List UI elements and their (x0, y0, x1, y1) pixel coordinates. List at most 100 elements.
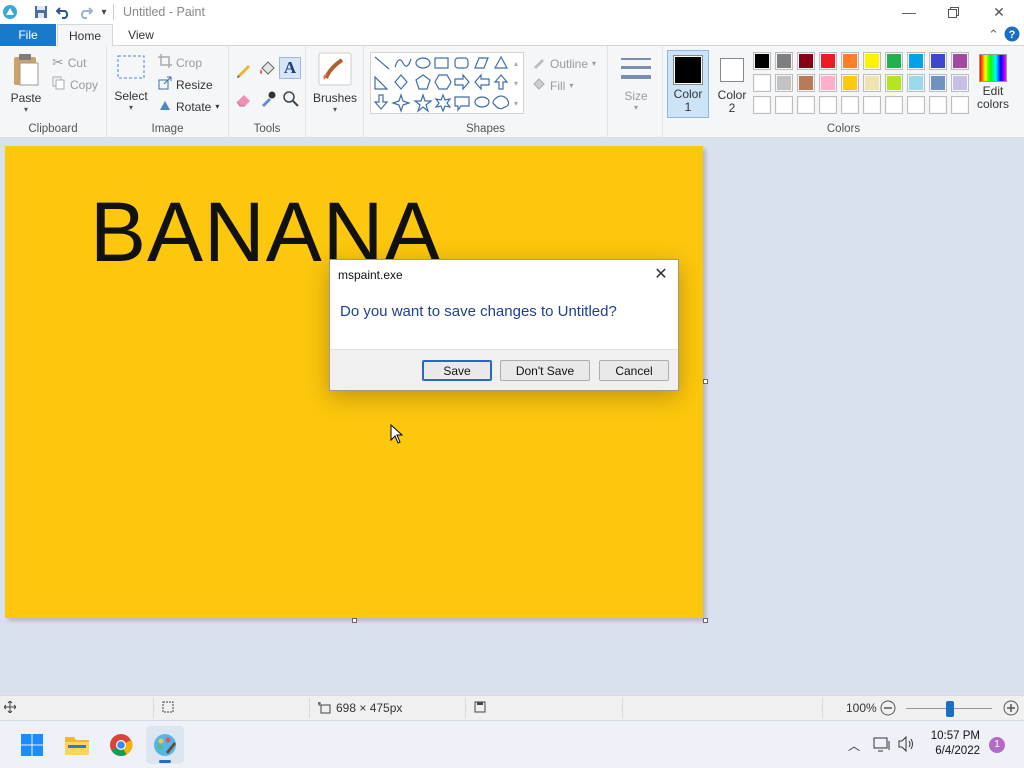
system-clock[interactable]: 10:57 PM 6/4/2022 (931, 729, 980, 759)
color-picker-icon[interactable] (259, 90, 277, 111)
redo-icon[interactable] (76, 3, 94, 21)
file-explorer-icon[interactable] (58, 726, 96, 764)
color-swatch[interactable] (841, 74, 859, 92)
shapes-group: ▴ ▾ ▾ Outline ▾ Fill ▾ Shapes (364, 46, 608, 138)
magnifier-icon[interactable] (282, 90, 300, 111)
shapes-scroll[interactable]: ▴ ▾ ▾ (514, 54, 518, 114)
color-swatch[interactable] (753, 52, 771, 70)
color-swatch-fill (931, 98, 945, 112)
paste-button[interactable]: Paste ▾ (6, 52, 46, 114)
copy-button[interactable]: Copy (52, 76, 98, 93)
text-tool-icon[interactable]: A (279, 57, 301, 79)
eraser-icon[interactable] (235, 90, 253, 111)
color-swatch[interactable] (863, 52, 881, 70)
cut-button[interactable]: ✂ Cut (52, 54, 86, 71)
outline-button[interactable]: Outline ▾ (532, 55, 596, 72)
chrome-icon[interactable] (102, 726, 140, 764)
clock-date: 6/4/2022 (935, 745, 980, 757)
chevron-up-icon[interactable]: ︿ (848, 737, 860, 754)
color2-fill (722, 60, 742, 80)
color-swatch[interactable] (885, 52, 903, 70)
save-icon[interactable] (32, 3, 50, 21)
color-swatch[interactable] (951, 74, 969, 92)
color-swatch[interactable] (753, 74, 771, 92)
select-button[interactable]: Select ▾ (113, 54, 149, 112)
size-button[interactable]: Size ▾ (616, 54, 656, 112)
color-swatch-fill (865, 76, 879, 90)
zoom-slider-thumb[interactable] (946, 701, 954, 717)
tab-home[interactable]: Home (57, 24, 113, 47)
paint-app-icon[interactable] (1, 3, 19, 21)
cut-label: Cut (67, 55, 87, 70)
color-swatch[interactable] (907, 52, 925, 70)
collapse-ribbon-icon[interactable]: ⌃ (988, 27, 999, 43)
clipboard-group-label: Clipboard (28, 123, 78, 135)
color-swatch[interactable] (863, 96, 881, 114)
color-swatch-fill (821, 54, 835, 68)
cancel-button[interactable]: Cancel (599, 360, 669, 381)
volume-icon[interactable] (898, 735, 916, 755)
crop-button[interactable]: Crop (158, 54, 202, 71)
color2-button[interactable]: Color 2 (711, 50, 753, 115)
network-icon[interactable] (873, 736, 891, 755)
fill-bucket-icon[interactable] (258, 60, 276, 81)
color-swatch[interactable] (753, 96, 771, 114)
dont-save-button[interactable]: Don't Save (500, 360, 590, 381)
brushes-button[interactable]: Brushes ▾ (312, 52, 358, 114)
color-swatch[interactable] (885, 74, 903, 92)
tab-file[interactable]: File (0, 24, 56, 46)
color-swatch[interactable] (929, 96, 947, 114)
color-swatch[interactable] (819, 52, 837, 70)
undo-icon[interactable] (54, 3, 72, 21)
tools-group-label: Tools (253, 123, 281, 135)
colors-group: Color 1 Color 2 Edit colors Colors (663, 46, 1024, 138)
color-swatch[interactable] (907, 74, 925, 92)
notification-badge[interactable]: 1 (989, 737, 1005, 753)
paste-icon (14, 54, 39, 86)
close-icon[interactable]: ✕ (976, 0, 1022, 24)
edit-colors-button[interactable]: Edit colors (975, 52, 1011, 111)
color-swatch[interactable] (863, 74, 881, 92)
zoom-out-icon[interactable] (880, 700, 896, 716)
resize-handle-right[interactable] (703, 379, 708, 384)
rotate-button[interactable]: Rotate ▾ (158, 98, 219, 115)
zoom-in-icon[interactable] (1003, 700, 1019, 716)
color-swatch[interactable] (907, 96, 925, 114)
customize-dropdown-icon[interactable]: ▾ (95, 3, 113, 21)
zoom-level: 100% (846, 701, 877, 715)
color-swatch[interactable] (819, 74, 837, 92)
resize-handle-bottom[interactable] (352, 618, 357, 623)
color-swatch[interactable] (951, 96, 969, 114)
select-icon (117, 55, 145, 79)
color-swatch-fill (755, 98, 769, 112)
color-swatch[interactable] (797, 74, 815, 92)
color-swatch[interactable] (775, 74, 793, 92)
color-swatch[interactable] (929, 52, 947, 70)
color-swatch[interactable] (775, 52, 793, 70)
dialog-close-icon[interactable]: ✕ (650, 264, 672, 284)
tab-view[interactable]: View (116, 24, 166, 46)
help-icon[interactable]: ? (1004, 26, 1020, 45)
windows-start-icon[interactable] (13, 726, 51, 764)
color1-button[interactable]: Color 1 (667, 50, 709, 118)
minimize-icon[interactable]: — (886, 0, 932, 24)
rotate-label: Rotate (176, 99, 212, 114)
color-swatch[interactable] (841, 52, 859, 70)
color-swatch[interactable] (951, 52, 969, 70)
color-swatch[interactable] (797, 52, 815, 70)
pencil-icon[interactable] (235, 60, 253, 81)
shapes-gallery[interactable] (370, 52, 524, 114)
color-swatch[interactable] (841, 96, 859, 114)
resize-button[interactable]: Resize (158, 76, 213, 93)
color-swatch[interactable] (885, 96, 903, 114)
fill-button[interactable]: Fill ▾ (532, 77, 573, 94)
paint-icon[interactable] (146, 726, 184, 764)
color-swatch[interactable] (819, 96, 837, 114)
color-swatch[interactable] (929, 74, 947, 92)
color-swatch-fill (953, 76, 967, 90)
restore-icon[interactable] (930, 0, 976, 24)
save-button[interactable]: Save (422, 360, 492, 381)
color-swatch[interactable] (797, 96, 815, 114)
resize-handle-corner[interactable] (703, 618, 708, 623)
color-swatch[interactable] (775, 96, 793, 114)
